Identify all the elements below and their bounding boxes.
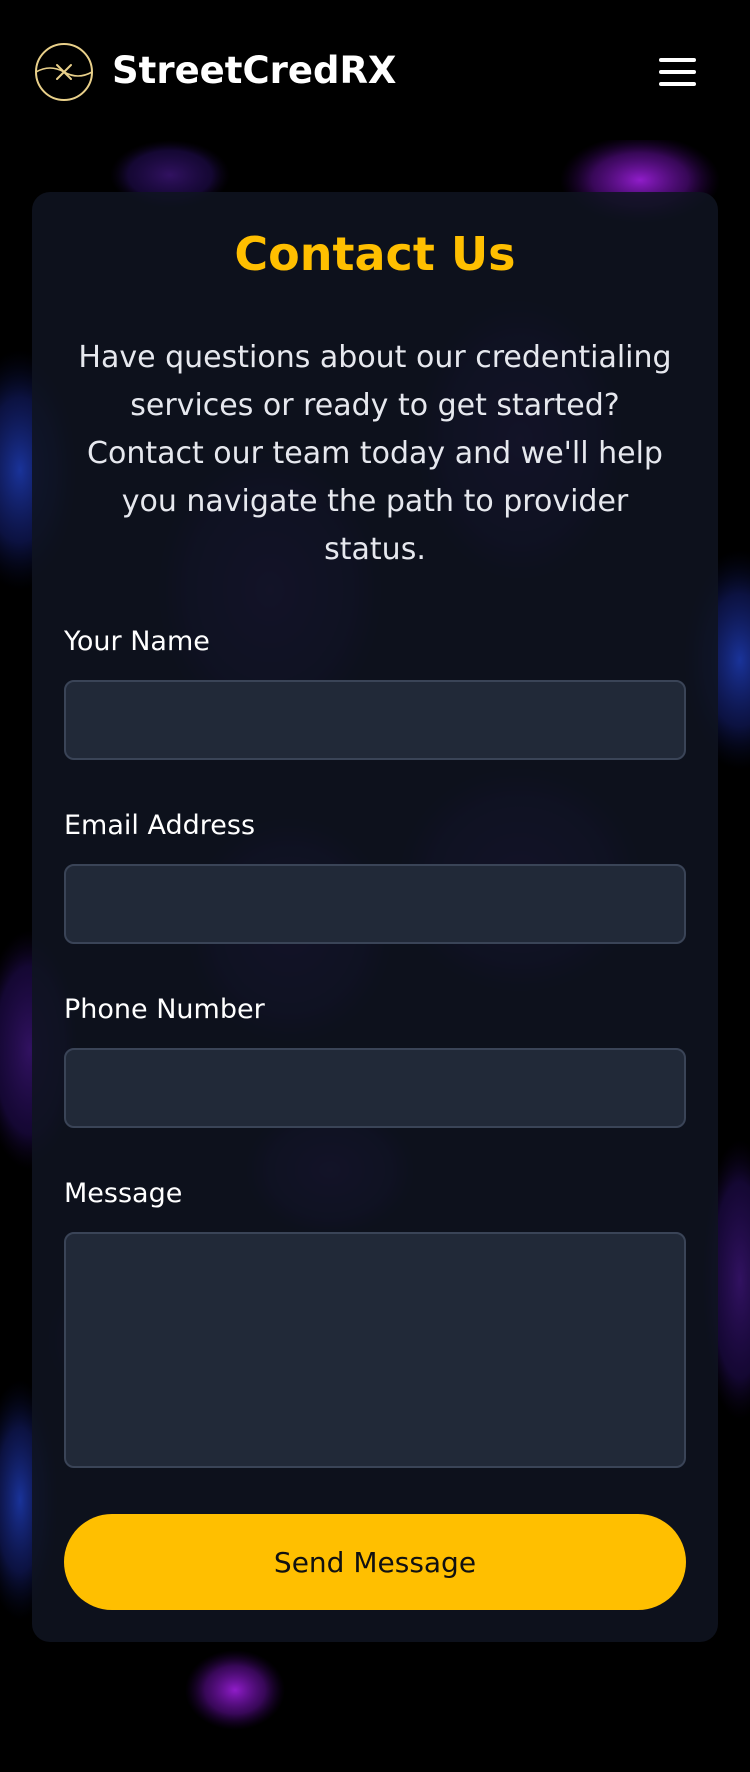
email-input[interactable] (64, 864, 686, 944)
page-title: Contact Us (234, 227, 516, 281)
contact-card: Contact Us Have questions about our cred… (32, 192, 718, 1642)
send-message-button[interactable]: Send Message (64, 1514, 686, 1610)
phone-input[interactable] (64, 1048, 686, 1128)
top-navigation-bar: StreetCredRX (0, 0, 750, 140)
menu-bar-middle (659, 70, 696, 74)
hamburger-menu-icon[interactable] (652, 52, 704, 92)
name-label: Your Name (64, 626, 210, 657)
message-label: Message (64, 1178, 183, 1209)
message-textarea[interactable] (64, 1232, 686, 1468)
phone-label: Phone Number (64, 994, 265, 1025)
contact-intro-text: Have questions about our credentialing s… (78, 340, 672, 567)
name-input[interactable] (64, 680, 686, 760)
menu-bar-bottom (659, 82, 696, 86)
brand-name[interactable]: StreetCredRX (112, 46, 396, 96)
circle-x-logo-icon[interactable] (32, 40, 96, 104)
menu-bar-top (659, 58, 696, 62)
email-label: Email Address (64, 810, 256, 841)
